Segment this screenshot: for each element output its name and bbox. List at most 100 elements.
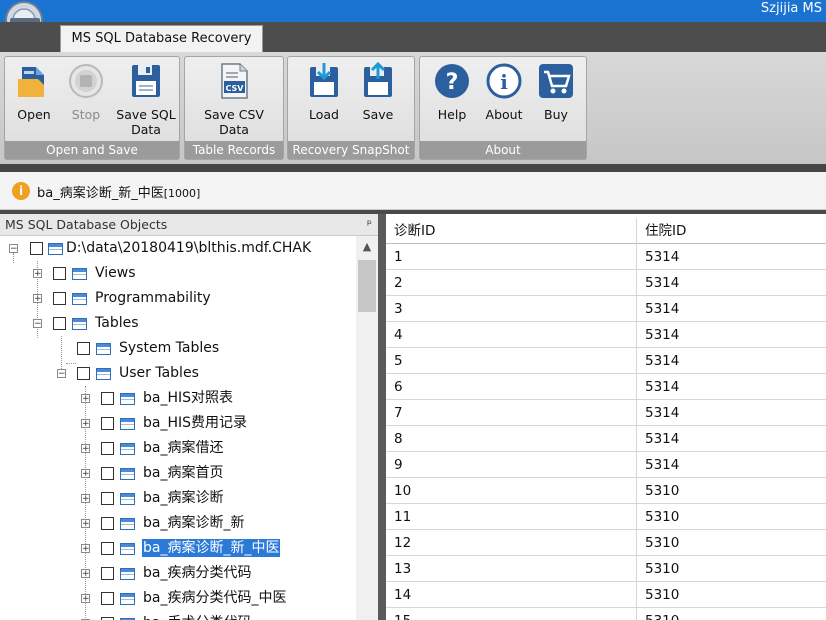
save-csv-data-button[interactable]: CSV Save CSV Data	[195, 61, 273, 137]
ribbon-bottom-strip	[0, 164, 826, 172]
load-button[interactable]: Load	[300, 61, 348, 122]
user-tables-checkbox[interactable]	[77, 367, 90, 380]
pin-icon[interactable]: ᵖ	[367, 214, 372, 235]
table-checkbox[interactable]	[101, 442, 114, 455]
table-row[interactable]: 3 5314	[386, 296, 826, 322]
root-checkbox[interactable]	[30, 242, 43, 255]
folder-icon	[72, 268, 87, 280]
tree-node-views[interactable]: + Views	[0, 261, 356, 286]
about-info-icon: i	[486, 63, 522, 99]
table-checkbox[interactable]	[101, 542, 114, 555]
table-row[interactable]: 155310	[386, 608, 826, 620]
column-header[interactable]: 诊断ID	[386, 218, 637, 244]
tree-node-table[interactable]: + ba_疾病分类代码_中医	[0, 586, 356, 611]
save-snapshot-button[interactable]: Save	[354, 61, 402, 122]
stop-icon	[69, 64, 103, 98]
table-row[interactable]: 13 5310	[386, 556, 826, 582]
table-icon	[120, 443, 135, 455]
stop-label: Stop	[71, 107, 101, 122]
tree-node-table[interactable]: + ba_手术分类代码	[0, 611, 356, 620]
tab-ms-sql-database-recovery[interactable]: MS SQL Database Recovery	[60, 25, 263, 52]
table-checkbox[interactable]	[101, 417, 114, 430]
tree-node-programmability[interactable]: + Programmability	[0, 286, 356, 311]
tree-node-table[interactable]: + ba_病案诊断_新	[0, 511, 356, 536]
expand-icon[interactable]: +	[33, 294, 42, 304]
table-row[interactable]: 11 5310	[386, 504, 826, 530]
tree-node-table[interactable]: + ba_病案首页	[0, 461, 356, 486]
collapse-icon[interactable]: −	[33, 319, 42, 329]
database-icon	[48, 243, 63, 255]
system-tables-checkbox[interactable]	[77, 342, 90, 355]
buy-button[interactable]: Buy	[532, 61, 580, 122]
folder-icon	[96, 343, 111, 355]
save-sql-data-button[interactable]: Save SQL Data	[115, 61, 177, 137]
tables-checkbox[interactable]	[53, 317, 66, 330]
table-row[interactable]: 4 5314	[386, 322, 826, 348]
table-row[interactable]: 2 5314	[386, 270, 826, 296]
group-table-records: CSV Save CSV Data Table Records	[184, 56, 284, 160]
expand-icon[interactable]: +	[81, 494, 90, 504]
table-checkbox[interactable]	[101, 517, 114, 530]
svg-text:CSV: CSV	[226, 84, 245, 93]
table-cell: 1	[386, 244, 637, 270]
table-checkbox[interactable]	[101, 567, 114, 580]
table-checkbox[interactable]	[101, 392, 114, 405]
expand-icon[interactable]: +	[81, 544, 90, 554]
tree-node-table[interactable]: + ba_HIS对照表	[0, 386, 356, 411]
table-row[interactable]: 5 5314	[386, 348, 826, 374]
scroll-up-arrow-icon[interactable]: ▲	[356, 236, 378, 258]
expand-icon[interactable]: +	[81, 519, 90, 529]
table-cell: 5310	[645, 587, 680, 603]
tree-node-user-tables[interactable]: − User Tables	[0, 361, 356, 386]
tree-node-table[interactable]: + ba_HIS费用记录	[0, 411, 356, 436]
table-cell: 5314	[645, 327, 680, 343]
selected-table-count: [1000]	[163, 187, 201, 200]
tree-node-label: ba_疾病分类代码	[143, 565, 252, 581]
help-button[interactable]: ? Help	[428, 61, 476, 122]
expand-icon[interactable]: +	[81, 394, 90, 404]
table-checkbox[interactable]	[101, 492, 114, 505]
tree-node-table[interactable]: + ba_病案诊断	[0, 486, 356, 511]
tree-node-label: ba_手术分类代码	[143, 611, 251, 620]
scrollbar-thumb[interactable]	[358, 260, 376, 312]
title-bar: Szjijia MS	[0, 0, 826, 22]
grid-header-row: 诊断ID 住院ID	[386, 218, 826, 244]
floppy-save-icon	[132, 65, 160, 97]
tree-node-table-selected[interactable]: + ba_病案诊断_新_中医	[0, 536, 356, 561]
expand-icon[interactable]: +	[81, 419, 90, 429]
tree-scrollbar[interactable]: ▲	[356, 236, 378, 620]
expand-icon[interactable]: +	[81, 469, 90, 479]
expand-icon[interactable]: +	[81, 569, 90, 579]
table-checkbox[interactable]	[101, 467, 114, 480]
open-button[interactable]: Open	[11, 61, 57, 122]
table-row[interactable]: 14 5310	[386, 582, 826, 608]
expand-icon[interactable]: +	[81, 594, 90, 604]
table-row[interactable]: 12 5310	[386, 530, 826, 556]
tree-node-table[interactable]: + ba_病案借还	[0, 436, 356, 461]
objects-panel: MS SQL Database Objects ᵖ − D:\data\2018…	[0, 214, 380, 620]
table-icon	[120, 493, 135, 505]
about-button[interactable]: i About	[480, 61, 528, 122]
expand-icon[interactable]: +	[33, 269, 42, 279]
tree-node-tables[interactable]: − Tables	[0, 311, 356, 336]
table-row[interactable]: 10 5310	[386, 478, 826, 504]
table-row[interactable]: 9 5314	[386, 452, 826, 478]
table-row[interactable]: 6 5314	[386, 374, 826, 400]
tree-node-label: ba_病案借还	[143, 440, 224, 456]
table-row[interactable]: 7 5314	[386, 400, 826, 426]
collapse-icon[interactable]: −	[9, 244, 18, 254]
stop-button[interactable]: Stop	[63, 61, 109, 122]
table-row[interactable]: 8 5314	[386, 426, 826, 452]
table-checkbox[interactable]	[101, 592, 114, 605]
tree-node-table[interactable]: + ba_疾病分类代码	[0, 561, 356, 586]
views-checkbox[interactable]	[53, 267, 66, 280]
collapse-icon[interactable]: −	[57, 369, 66, 379]
expand-icon[interactable]: +	[81, 444, 90, 454]
panel-splitter[interactable]	[378, 214, 386, 620]
table-row[interactable]: 1 5314	[386, 244, 826, 270]
column-header[interactable]: 住院ID	[637, 218, 826, 244]
programmability-checkbox[interactable]	[53, 292, 66, 305]
tree-node-root[interactable]: − D:\data\20180419\blthis.mdf.CHAK	[0, 236, 356, 261]
table-cell: 5314	[645, 301, 680, 317]
tree-node-system-tables[interactable]: System Tables	[0, 336, 356, 361]
